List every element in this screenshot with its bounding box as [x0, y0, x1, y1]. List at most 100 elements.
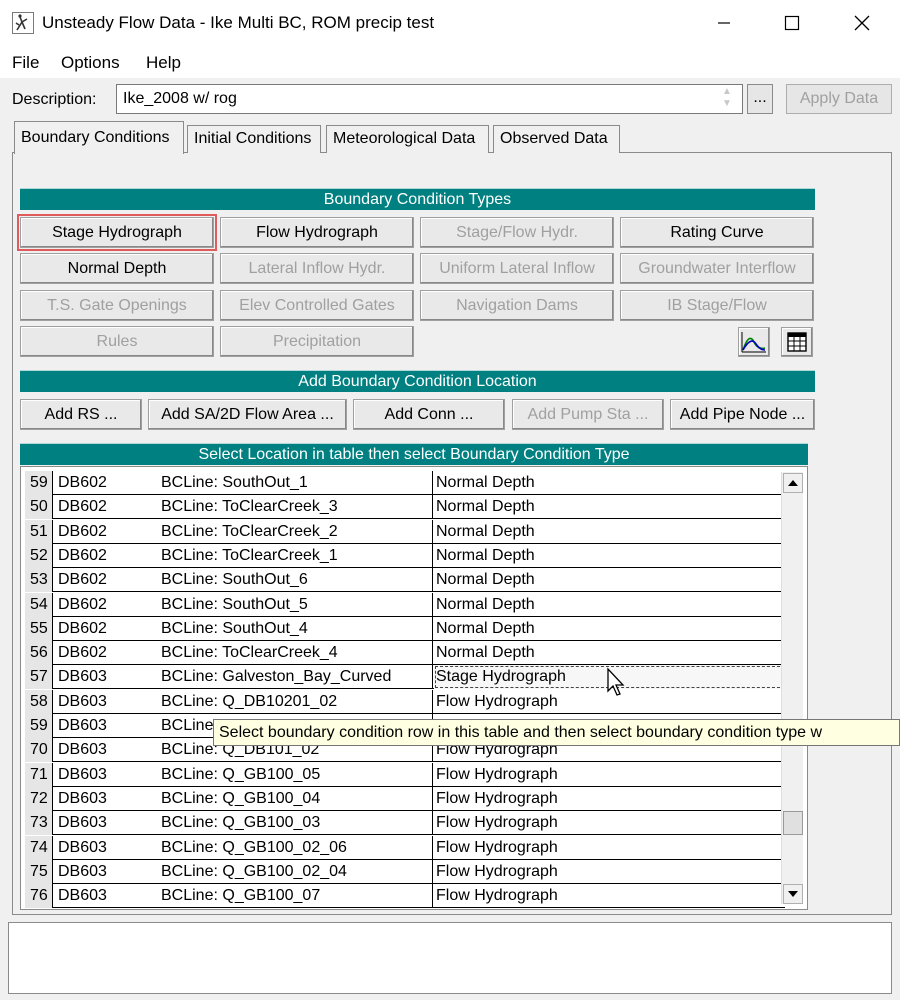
bc-types-header: Boundary Condition Types — [20, 188, 815, 210]
table-row[interactable]: 72 DB603 BCLine: Q_GB100_04 Flow Hydrograph — [25, 786, 786, 811]
row-location-river: DB602 — [58, 498, 107, 516]
table-header: Select Location in table then select Bou… — [20, 443, 808, 465]
row-number: 59 — [25, 714, 53, 738]
flow-hydrograph-button[interactable]: Flow Hydrograph — [220, 217, 414, 248]
groundwater-interflow-button[interactable]: Groundwater Interflow — [620, 253, 814, 284]
elev-controlled-gates-button[interactable]: Elev Controlled Gates — [220, 290, 414, 321]
row-number: 56 — [25, 641, 53, 666]
table-row[interactable]: 75 DB603 BCLine: Q_GB100_02_04 Flow Hydrogr… — [25, 859, 786, 884]
tab-boundary-conditions[interactable]: Boundary Conditions — [14, 121, 184, 154]
table-row[interactable]: 55 DB602 BCLine: SouthOut_4 Normal Depth — [25, 616, 786, 641]
stage-hydrograph-button[interactable]: Stage Hydrograph — [17, 214, 217, 251]
row-location-name: BCLine: SouthOut_6 — [155, 568, 433, 593]
boundary-location-table[interactable]: 59 DB602 BCLine: SouthOut_1 Normal Depth 50 D… — [20, 466, 808, 910]
stage-flow-hydr-button[interactable]: Stage/Flow Hydr. — [420, 217, 614, 248]
row-location-river: DB603 — [58, 717, 107, 734]
table-row[interactable]: 76 DB603 BCLine: Q_GB100_07 Flow Hydrograph — [25, 884, 786, 909]
table-row[interactable]: 56 DB602 BCLine: ToClearCreek_4 Normal Dept… — [25, 641, 786, 666]
table-row[interactable]: 58 DB603 BCLine: Q_DB10201_02 Flow Hydrogra… — [25, 689, 785, 714]
row-bc-type[interactable]: Normal Depth — [434, 520, 786, 544]
scroll-down-arrow-icon[interactable] — [783, 884, 803, 904]
rating-curve-button[interactable]: Rating Curve — [620, 217, 814, 248]
table-row[interactable]: 57 DB603 BCLine: Galveston_Bay_Curved Stage… — [25, 665, 786, 690]
navigation-dams-button[interactable]: Navigation Dams — [420, 290, 614, 321]
message-box — [8, 922, 892, 994]
row-bc-type[interactable]: Normal Depth — [434, 471, 786, 495]
scroll-thumb[interactable] — [783, 811, 803, 835]
add-conn-button[interactable]: Add Conn ... — [353, 399, 505, 430]
description-input[interactable] — [116, 84, 743, 114]
row-bc-type[interactable]: Flow Hydrograph — [434, 836, 786, 860]
minimize-icon — [718, 22, 730, 24]
row-number: 51 — [25, 519, 53, 544]
menu-bar — [0, 46, 900, 78]
tab-meteorological-data[interactable]: Meteorological Data — [326, 125, 489, 153]
normal-depth-button[interactable]: Normal Depth — [20, 253, 214, 284]
table-vertical-scrollbar[interactable] — [781, 472, 803, 904]
row-number: 53 — [25, 568, 53, 593]
row-location-river: DB603 — [58, 814, 107, 832]
row-location-name: BCLine: Q_GB100_07 — [155, 884, 433, 909]
tab-initial-conditions[interactable]: Initial Conditions — [187, 125, 321, 153]
plot-graph-button[interactable] — [738, 327, 770, 357]
table-row[interactable]: 52 DB602 BCLine: ToClearCreek_1 Normal Dept… — [25, 543, 786, 568]
row-location-name: BCLine: Q_GB100_04 — [155, 786, 433, 811]
row-number: 70 — [25, 738, 53, 763]
row-bc-type[interactable]: Flow Hydrograph — [434, 787, 786, 811]
minimize-button[interactable] — [690, 0, 758, 46]
table-row[interactable]: 71 DB603 BCLine: Q_GB100_05 Flow Hydrograph — [25, 762, 786, 787]
hec-ras-app-icon — [12, 12, 34, 34]
row-bc-type[interactable]: Flow Hydrograph — [434, 860, 786, 884]
row-number: 58 — [25, 689, 53, 714]
table-row[interactable]: 50 DB602 BCLine: ToClearCreek_3 Normal Dept… — [25, 495, 786, 520]
row-number: 74 — [25, 835, 53, 860]
row-location-river: DB603 — [58, 668, 107, 686]
add-rs-button[interactable]: Add RS ... — [20, 399, 142, 430]
apply-data-button[interactable]: Apply Data — [786, 84, 892, 114]
ts-gate-openings-button[interactable]: T.S. Gate Openings — [20, 290, 214, 321]
ib-stage-flow-button[interactable]: IB Stage/Flow — [620, 290, 814, 321]
table-row[interactable]: 51 DB602 BCLine: ToClearCreek_2 Normal Dept… — [25, 519, 786, 544]
uniform-lateral-inflow-button[interactable]: Uniform Lateral Inflow — [420, 253, 614, 284]
close-button[interactable] — [828, 0, 896, 46]
menu-help[interactable]: Help — [146, 53, 181, 73]
row-location-river: DB603 — [58, 789, 107, 807]
table-row[interactable]: 59 DB602 BCLine: SouthOut_1 Normal Depth — [25, 471, 785, 495]
table-grid-button[interactable] — [781, 327, 813, 357]
add-pipe-node-button[interactable]: Add Pipe Node ... — [670, 399, 815, 430]
row-location-river: DB602 — [58, 522, 107, 540]
add-location-header: Add Boundary Condition Location — [20, 370, 815, 392]
row-location-name: BCLine: ToClearCreek_3 — [155, 495, 433, 520]
row-bc-type[interactable]: Normal Depth — [434, 593, 786, 617]
table-row[interactable]: 74 DB603 BCLine: Q_GB100_02_06 Flow Hydrogr… — [25, 835, 786, 860]
table-row[interactable]: 53 DB602 BCLine: SouthOut_6 Normal Depth — [25, 568, 786, 593]
add-pump-sta-button[interactable]: Add Pump Sta ... — [512, 399, 664, 430]
precipitation-button[interactable]: Precipitation — [220, 326, 414, 357]
row-location-river: DB602 — [58, 571, 107, 589]
table-row[interactable]: 73 DB603 BCLine: Q_GB100_03 Flow Hydrograph — [25, 811, 786, 836]
scroll-up-arrow-icon[interactable] — [783, 473, 803, 493]
row-number: 55 — [25, 616, 53, 641]
row-location-river: DB603 — [58, 741, 107, 759]
row-number: 52 — [25, 543, 53, 568]
add-sa-2d-flow-area-button[interactable]: Add SA/2D Flow Area ... — [148, 399, 347, 430]
row-number: 73 — [25, 811, 53, 836]
maximize-button[interactable] — [758, 0, 826, 46]
tab-observed-data[interactable]: Observed Data — [493, 125, 620, 153]
menu-options[interactable]: Options — [61, 53, 120, 73]
row-bc-type[interactable]: Normal Depth — [434, 641, 786, 665]
row-bc-type[interactable]: Flow Hydrograph — [434, 884, 786, 908]
rules-button[interactable]: Rules — [20, 326, 214, 357]
row-bc-type[interactable]: Flow Hydrograph — [434, 763, 786, 787]
lateral-inflow-hydr-button[interactable]: Lateral Inflow Hydr. — [220, 253, 414, 284]
row-bc-type[interactable]: Flow Hydrograph — [434, 811, 786, 835]
menu-file[interactable]: File — [12, 53, 39, 73]
description-ellipsis-button[interactable]: ... — [747, 84, 773, 114]
window-title: Unsteady Flow Data - Ike Multi BC, ROM p… — [42, 13, 435, 32]
row-bc-type[interactable]: Normal Depth — [434, 568, 786, 592]
row-bc-type[interactable]: Normal Depth — [434, 544, 786, 568]
row-bc-type[interactable]: Normal Depth — [434, 617, 786, 641]
table-row[interactable]: 54 DB602 BCLine: SouthOut_5 Normal Depth — [25, 592, 786, 617]
row-location-name: BCLine: ToClearCreek_4 — [155, 641, 433, 666]
row-bc-type[interactable]: Normal Depth — [434, 495, 786, 519]
